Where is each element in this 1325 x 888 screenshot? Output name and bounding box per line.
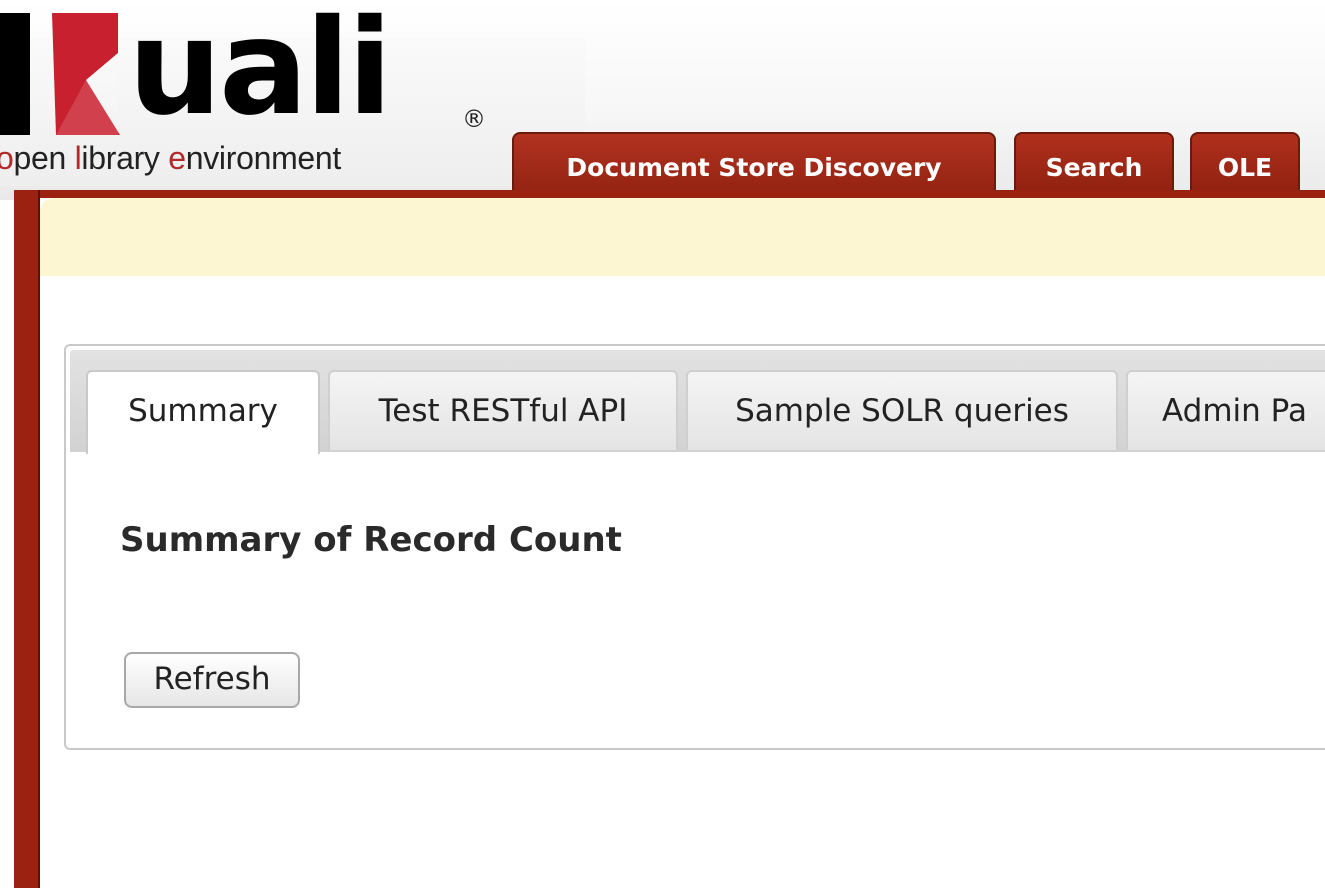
tab-test-restful-api[interactable]: Test RESTful API [328,370,678,450]
top-tab-search[interactable]: Search [1014,132,1174,196]
logo-wordmark: uali [128,0,393,145]
kuali-k-icon [0,13,120,135]
top-tab-document-store-discovery[interactable]: Document Store Discovery [512,132,996,196]
logo-tagline: open library environment [0,140,341,177]
tab-header: Summary Test RESTful API Sample SOLR que… [70,350,1325,454]
tagline-nvironment: nvironment [185,140,342,176]
tab-summary[interactable]: Summary [86,370,320,454]
tagline-pen: pen [13,140,75,176]
tab-sample-solr-queries[interactable]: Sample SOLR queries [686,370,1118,450]
top-tab-ole[interactable]: OLE [1190,132,1300,196]
page-header: uali ® open library environment Document… [0,0,1325,200]
tab-panel: Summary Test RESTful API Sample SOLR que… [64,344,1325,750]
tagline-e: e [168,140,186,176]
summary-title: Summary of Record Count [120,520,622,560]
kuali-logo[interactable]: uali ® open library environment [0,0,520,176]
tab-admin-page[interactable]: Admin Pa [1126,370,1325,450]
tagline-ibrary: ibrary [81,140,169,176]
refresh-button[interactable]: Refresh [124,652,300,708]
frame-left-border [14,190,40,888]
tagline-o: o [0,140,14,176]
registered-mark: ® [462,105,486,133]
main-content: Summary Test RESTful API Sample SOLR que… [40,198,1325,888]
notice-bar [40,198,1325,276]
